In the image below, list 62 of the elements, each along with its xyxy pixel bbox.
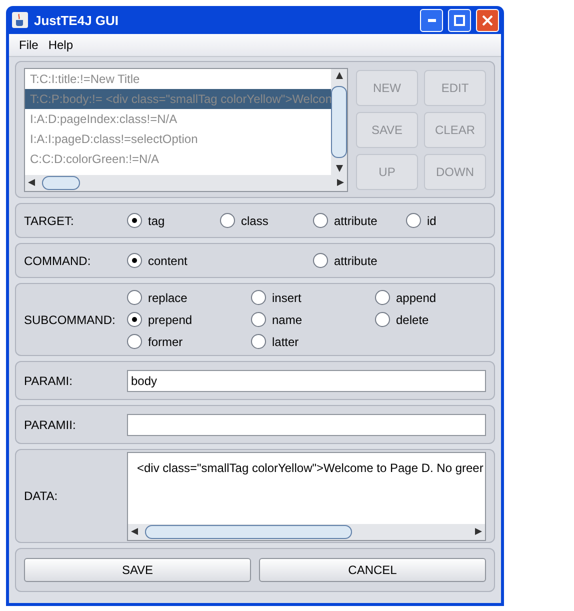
radio-button[interactable] <box>127 253 142 268</box>
scroll-left-icon[interactable] <box>27 178 36 187</box>
radio-button[interactable] <box>251 290 266 305</box>
data-field[interactable]: <div class="smallTag colorYellow">Welcome to Page D. No greer <box>127 452 486 540</box>
menu-item[interactable]: File <box>19 38 38 52</box>
scroll-up-icon[interactable] <box>334 70 344 80</box>
radio-option[interactable]: append <box>375 290 499 305</box>
field-label: PARAMI: <box>24 374 74 388</box>
radio-option[interactable]: insert <box>251 290 375 305</box>
footer-button[interactable]: CANCEL <box>259 558 486 582</box>
radio-option[interactable]: id <box>406 213 499 228</box>
radio-button[interactable] <box>251 334 266 349</box>
close-icon <box>482 14 493 26</box>
radio-option[interactable]: former <box>127 334 251 349</box>
horizontal-scrollbar[interactable] <box>25 174 347 190</box>
scroll-right-icon[interactable] <box>474 527 483 536</box>
radio-option[interactable]: prepend <box>127 312 251 327</box>
scroll-thumb[interactable] <box>42 176 80 190</box>
radio-option[interactable]: tag <box>127 213 220 228</box>
radio-option[interactable]: name <box>251 312 375 327</box>
scroll-thumb[interactable] <box>331 86 347 158</box>
window-title: JustTE4J GUI <box>34 12 120 28</box>
radio-button[interactable] <box>127 213 142 228</box>
radio-option[interactable]: content <box>127 253 313 268</box>
radio-button[interactable] <box>375 290 390 305</box>
scroll-left-icon[interactable] <box>130 527 139 536</box>
field-label: PARAMII: <box>24 418 77 432</box>
coffee-cup-icon <box>11 11 29 29</box>
radio-option[interactable]: class <box>220 213 313 228</box>
radio-button[interactable] <box>220 213 235 228</box>
close-button[interactable] <box>476 8 499 32</box>
input-field[interactable] <box>127 414 486 436</box>
vertical-scrollbar[interactable] <box>331 68 347 174</box>
radio-button[interactable] <box>313 253 328 268</box>
group-label: COMMAND: <box>24 254 92 268</box>
radio-option[interactable]: replace <box>127 290 251 305</box>
menu-item[interactable]: Help <box>48 38 74 52</box>
minimize-icon <box>428 18 436 22</box>
input-field[interactable]: body <box>127 370 486 392</box>
maximize-icon <box>454 14 465 26</box>
horizontal-scrollbar[interactable] <box>128 524 485 540</box>
radio-button[interactable] <box>251 312 266 327</box>
radio-option[interactable]: attribute <box>313 213 406 228</box>
footer-button[interactable]: SAVE <box>24 558 251 582</box>
field-label: DATA: <box>24 489 59 503</box>
group-label: TARGET: <box>24 214 75 228</box>
scroll-down-icon[interactable] <box>334 164 344 172</box>
radio-option[interactable]: attribute <box>313 253 499 268</box>
radio-button[interactable] <box>313 213 328 228</box>
minimize-button[interactable] <box>420 8 443 32</box>
radio-option[interactable]: delete <box>375 312 499 327</box>
radio-option[interactable]: latter <box>251 334 375 349</box>
scroll-thumb[interactable] <box>145 524 352 538</box>
radio-button[interactable] <box>127 290 142 305</box>
data-text: <div class="smallTag colorYellow">Welcome to Page D. No greer <box>136 460 484 476</box>
radio-button[interactable] <box>127 334 142 349</box>
radio-button[interactable] <box>406 213 421 228</box>
radio-button[interactable] <box>127 312 142 327</box>
group-label: SUBCOMMAND: <box>24 312 116 326</box>
radio-button[interactable] <box>375 312 390 327</box>
scroll-right-icon[interactable] <box>336 178 345 187</box>
maximize-button[interactable] <box>448 8 471 32</box>
